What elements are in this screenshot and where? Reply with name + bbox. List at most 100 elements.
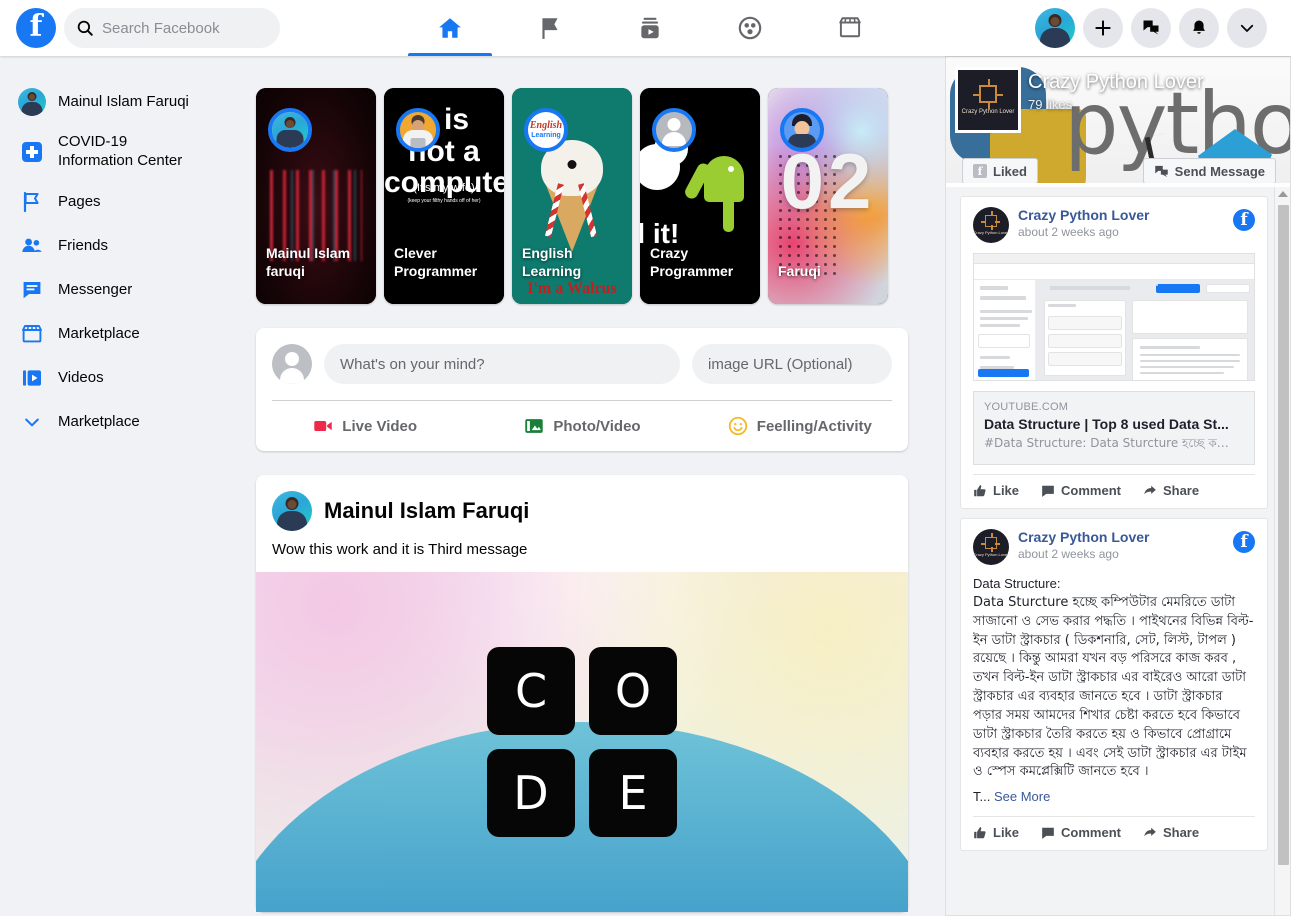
sidebar-item-marketplace[interactable]: Marketplace	[10, 312, 250, 356]
live-video-button[interactable]: Live Video	[256, 401, 473, 451]
story-label: Faruqi	[778, 262, 821, 279]
avatar-face	[1050, 16, 1060, 26]
android-body-icon	[704, 156, 744, 202]
link-preview[interactable]: YOUTUBE.COM Data Structure | Top 8 used …	[973, 391, 1255, 465]
account-menu-button[interactable]	[1227, 8, 1267, 48]
like-button[interactable]: Like	[973, 483, 1019, 498]
screenshot-line	[1139, 366, 1234, 368]
sidebar-item-covid[interactable]: COVID-19 Information Center	[10, 124, 250, 180]
comment-button[interactable]: Comment	[1041, 825, 1121, 840]
create-button[interactable]	[1083, 8, 1123, 48]
sidebar-item-friends[interactable]: Friends	[10, 224, 250, 268]
covid-icon	[22, 142, 42, 162]
share-icon	[1144, 827, 1156, 837]
avatar-body	[276, 130, 304, 148]
sidebar-item-pages[interactable]: Pages	[10, 180, 250, 224]
browser-nav-bar	[974, 264, 1254, 280]
post-body-line-1: Data Structure:	[973, 576, 1061, 591]
share-button[interactable]: Share	[1143, 483, 1199, 498]
page-avatar[interactable]: Crazy Python Lover	[973, 529, 1009, 565]
whats-on-your-mind-input[interactable]: What's on your mind?	[324, 344, 680, 384]
post-author-name[interactable]: Mainul Islam Faruqi	[324, 498, 529, 524]
plugin-post: Crazy Python Lover Crazy Python Lover ab…	[960, 518, 1268, 852]
search-box[interactable]	[64, 8, 280, 48]
photo-video-label: Photo/Video	[553, 417, 641, 435]
sidebar-icon-wrap	[18, 138, 46, 166]
sidebar-item-profile[interactable]: Mainul Islam Faruqi	[10, 80, 250, 124]
post-header: Mainul Islam Faruqi	[256, 475, 908, 541]
avatar-face	[286, 119, 294, 128]
avatar-icon[interactable]	[272, 491, 312, 531]
code-tile: O	[589, 647, 677, 735]
screenshot-blue-button	[978, 369, 1029, 377]
comment-button[interactable]: Comment	[1041, 483, 1121, 498]
story-card[interactable]: d it! Crazy Programmer	[640, 88, 760, 304]
send-message-button[interactable]: Send Message	[1142, 158, 1276, 183]
main-nav-tabs	[400, 0, 900, 56]
sidebar-item-messenger[interactable]: Messenger	[10, 268, 250, 312]
nav-tab-groups[interactable]	[700, 0, 800, 56]
header-left-group	[0, 8, 280, 48]
screenshot-about-card	[1044, 380, 1126, 381]
sidebar-item-marketplace-expand[interactable]: Marketplace	[10, 400, 250, 444]
scroll-up-arrow-icon[interactable]	[1278, 191, 1288, 197]
plugin-post-author[interactable]: Crazy Python Lover	[1018, 529, 1149, 545]
sidebar-item-label: COVID-19 Information Center	[58, 133, 182, 171]
sidebar-icon-wrap	[18, 408, 46, 436]
code-tiles: C O D E	[487, 647, 677, 837]
search-input[interactable]	[102, 19, 262, 37]
feeling-activity-label: Feelling/Activity	[756, 417, 872, 435]
sidebar-item-label: Marketplace	[58, 412, 140, 430]
page-avatar[interactable]: Crazy Python Lover	[973, 207, 1009, 243]
scrollbar-thumb[interactable]	[1278, 205, 1289, 865]
like-label: Like	[993, 483, 1020, 498]
screenshot-line	[1139, 346, 1200, 349]
like-button[interactable]: Like	[973, 825, 1019, 840]
screenshot-metric	[1047, 316, 1122, 330]
nav-tab-pages[interactable]	[500, 0, 600, 56]
story-card[interactable]: 02 Faruqi	[768, 88, 888, 304]
smiley-icon	[728, 416, 747, 436]
sidebar-item-label: Messenger	[58, 280, 133, 298]
see-more-link[interactable]: See More	[994, 789, 1050, 804]
photo-video-button[interactable]: Photo/Video	[473, 401, 690, 451]
image-url-input[interactable]: image URL (Optional)	[692, 344, 892, 384]
thumbs-up-icon	[974, 826, 986, 838]
messenger-button[interactable]	[1131, 8, 1171, 48]
page-title[interactable]: Crazy Python Lover	[1028, 71, 1204, 94]
bell-icon	[1193, 20, 1205, 34]
like-label: Like	[993, 825, 1020, 841]
nav-tab-watch[interactable]	[600, 0, 700, 56]
screenshot-left-column	[974, 280, 1036, 380]
plugin-post-meta: Crazy Python Lover about 2 weeks ago	[1018, 529, 1149, 561]
image-url-placeholder: image URL (Optional)	[708, 355, 853, 373]
facebook-logo-icon[interactable]	[16, 8, 56, 48]
story-label: Clever Programmer	[394, 245, 478, 279]
share-button[interactable]: Share	[1143, 825, 1199, 840]
page-profile-picture[interactable]: Crazy Python Lover	[955, 67, 1021, 133]
feeling-activity-button[interactable]: Feelling/Activity	[691, 401, 908, 451]
screenshot-line	[980, 310, 1032, 313]
plugin-post-screenshot[interactable]	[973, 253, 1255, 381]
post-actions: Like Comment Share	[973, 817, 1255, 840]
share-icon	[1144, 485, 1156, 494]
plugin-post-author[interactable]: Crazy Python Lover	[1018, 207, 1149, 223]
live-video-label: Live Video	[342, 417, 418, 435]
story-card[interactable]: I'm a Walrus English Learning English Le…	[512, 88, 632, 304]
nav-tab-home[interactable]	[400, 0, 500, 56]
search-icon	[77, 20, 93, 36]
story-card[interactable]: s is not a computer. (It's my wife) (kee…	[384, 88, 504, 304]
profile-avatar[interactable]	[1035, 8, 1075, 48]
sidebar-item-videos[interactable]: Videos	[10, 356, 250, 400]
story-card[interactable]: Mainul Islam faruqi	[256, 88, 376, 304]
avatar-label: Crazy Python Lover	[973, 552, 1009, 557]
nav-tab-marketplace[interactable]	[800, 0, 900, 56]
sidebar-item-label: Mainul Islam Faruqi	[58, 92, 189, 110]
notifications-button[interactable]	[1179, 8, 1219, 48]
page-pic-label: Crazy Python Lover	[961, 109, 1015, 115]
post-image[interactable]: C O D E	[256, 572, 908, 912]
plugin-scrollbar[interactable]	[1274, 187, 1290, 915]
sidebar-item-label: Friends	[58, 236, 109, 254]
avatar-icon	[272, 112, 308, 148]
liked-button[interactable]: f Liked	[962, 158, 1038, 183]
